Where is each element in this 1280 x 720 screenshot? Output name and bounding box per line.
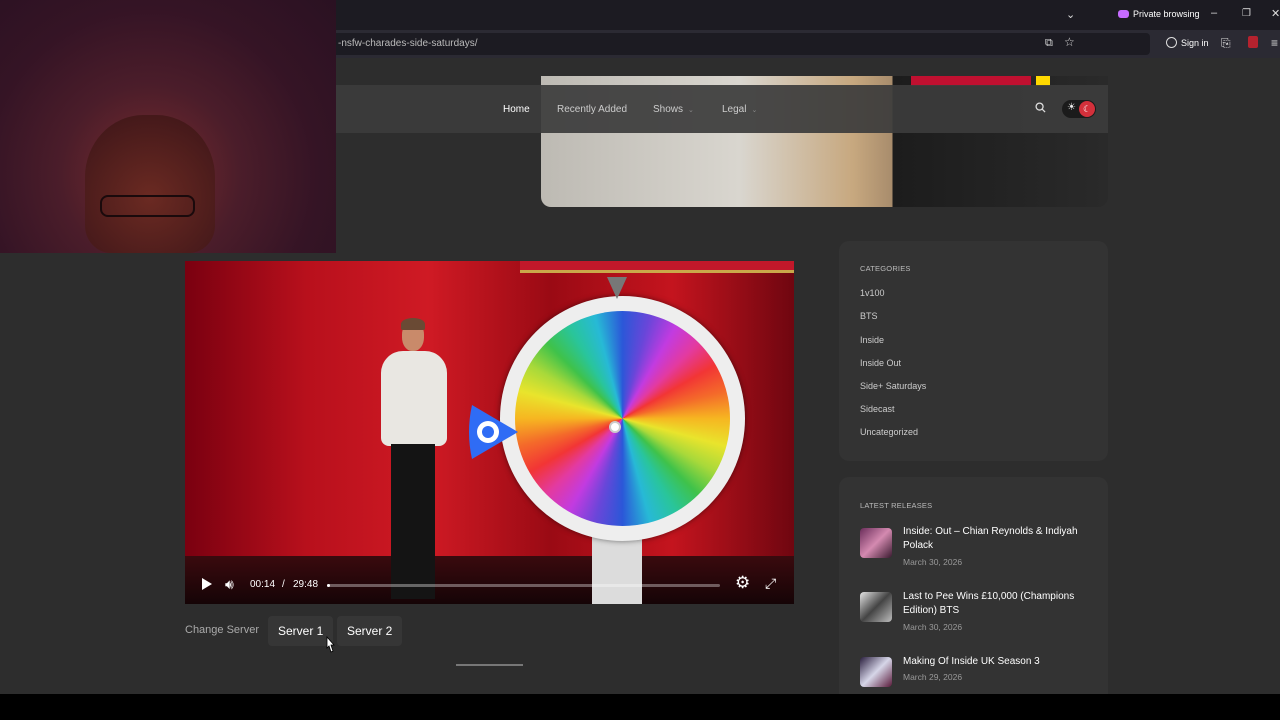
release-date: March 30, 2026	[903, 557, 963, 567]
mouse-cursor-icon	[326, 636, 335, 653]
nav-shows-label: Shows	[653, 104, 684, 115]
site-navbar: Home Recently Added Shows ⌄ Legal ⌄	[336, 85, 1108, 133]
settings-gear-icon[interactable]: ⚙	[735, 573, 750, 593]
category-link[interactable]: Sidecast	[860, 404, 895, 414]
category-link[interactable]: BTS	[860, 311, 878, 321]
categories-card: CATEGORIES 1v100 BTS Inside Inside Out S…	[839, 241, 1108, 461]
moon-icon: ☾	[1079, 101, 1095, 117]
presenter-legs	[391, 444, 435, 599]
webcam-overlay	[0, 0, 336, 253]
account-icon	[1166, 37, 1177, 48]
private-mask-icon	[1118, 10, 1129, 18]
bottom-letterbox	[0, 694, 1280, 720]
category-link[interactable]: Inside Out	[860, 358, 901, 368]
release-title[interactable]: Inside: Out – Chian Reynolds & Indiyah P…	[903, 525, 1093, 553]
webcam-glasses	[100, 195, 195, 217]
server-2-button[interactable]: Server 2	[337, 616, 403, 646]
tab-list-chevron-icon[interactable]: ⌄	[1066, 8, 1075, 22]
change-server-label: Change Server	[185, 624, 259, 636]
release-date: March 30, 2026	[903, 622, 963, 632]
section-divider	[456, 664, 523, 666]
sun-icon: ☀	[1067, 102, 1076, 113]
latest-releases-title: LATEST RELEASES	[860, 501, 933, 510]
play-icon[interactable]	[201, 577, 213, 591]
theme-toggle[interactable]: ☀ ☾	[1062, 100, 1096, 118]
wheel-stand	[592, 531, 642, 604]
nav-legal[interactable]: Legal ⌄	[722, 104, 757, 115]
release-thumbnail[interactable]	[860, 592, 892, 622]
restore-icon[interactable]: ❐	[1242, 7, 1251, 21]
time-separator: /	[282, 579, 285, 590]
presenter-hoodie	[381, 351, 447, 446]
category-link[interactable]: Uncategorized	[860, 427, 918, 437]
categories-title: CATEGORIES	[860, 264, 911, 273]
player-logo-icon[interactable]	[464, 401, 522, 463]
prize-wheel	[515, 311, 730, 526]
presenter-figure	[375, 318, 455, 601]
volume-icon[interactable]: 🔊︎	[225, 576, 234, 593]
duration: 29:48	[293, 579, 319, 590]
curtain-valance	[520, 261, 794, 273]
seek-bar[interactable]	[327, 584, 720, 587]
url-text: -nsfw-charades-side-saturdays/	[338, 38, 478, 49]
latest-releases-card: LATEST RELEASES Inside: Out – Chian Reyn…	[839, 477, 1108, 694]
category-link[interactable]: Inside	[860, 335, 884, 345]
sign-in-button[interactable]: Sign in	[1166, 37, 1209, 48]
release-title[interactable]: Making Of Inside UK Season 3	[903, 655, 1093, 669]
nav-legal-label: Legal	[722, 104, 747, 115]
chevron-down-icon: ⌄	[751, 107, 758, 114]
category-link[interactable]: 1v100	[860, 288, 885, 298]
screenshot-icon[interactable]: ⧉	[1045, 36, 1053, 50]
private-browsing-indicator: Private browsing	[1118, 9, 1200, 19]
close-window-icon[interactable]: ✕	[1271, 7, 1280, 21]
fullscreen-icon[interactable]: ⤢	[765, 575, 776, 592]
category-link[interactable]: Side+ Saturdays	[860, 381, 926, 391]
presenter-hair	[401, 318, 425, 330]
search-icon[interactable]	[1035, 102, 1046, 113]
minimize-icon[interactable]: –	[1211, 6, 1217, 20]
nav-recently-added[interactable]: Recently Added	[557, 104, 627, 115]
chevron-down-icon: ⌄	[688, 107, 694, 114]
release-thumbnail[interactable]	[860, 657, 892, 687]
nav-shows[interactable]: Shows ⌄	[653, 104, 694, 115]
release-thumbnail[interactable]	[860, 528, 892, 558]
webcam-person	[85, 115, 215, 253]
release-title[interactable]: Last to Pee Wins £10,000 (Champions Edit…	[903, 590, 1093, 618]
extensions-icon[interactable]: ⎘	[1221, 36, 1231, 50]
menu-icon[interactable]: ≡	[1271, 36, 1278, 50]
stage-floor	[185, 556, 794, 604]
extension-badge-icon[interactable]	[1248, 36, 1258, 48]
release-date: March 29, 2026	[903, 672, 963, 682]
bookmark-star-icon[interactable]: ☆	[1064, 35, 1075, 49]
wheel-hub	[609, 421, 621, 433]
seek-bar-fill	[327, 584, 331, 587]
video-player[interactable]: 🔊︎ 00:14 / 29:48 ⚙ ⤢	[185, 261, 794, 604]
nav-home[interactable]: Home	[503, 104, 530, 115]
current-time: 00:14	[250, 579, 276, 590]
wheel-pointer-icon	[607, 277, 627, 299]
